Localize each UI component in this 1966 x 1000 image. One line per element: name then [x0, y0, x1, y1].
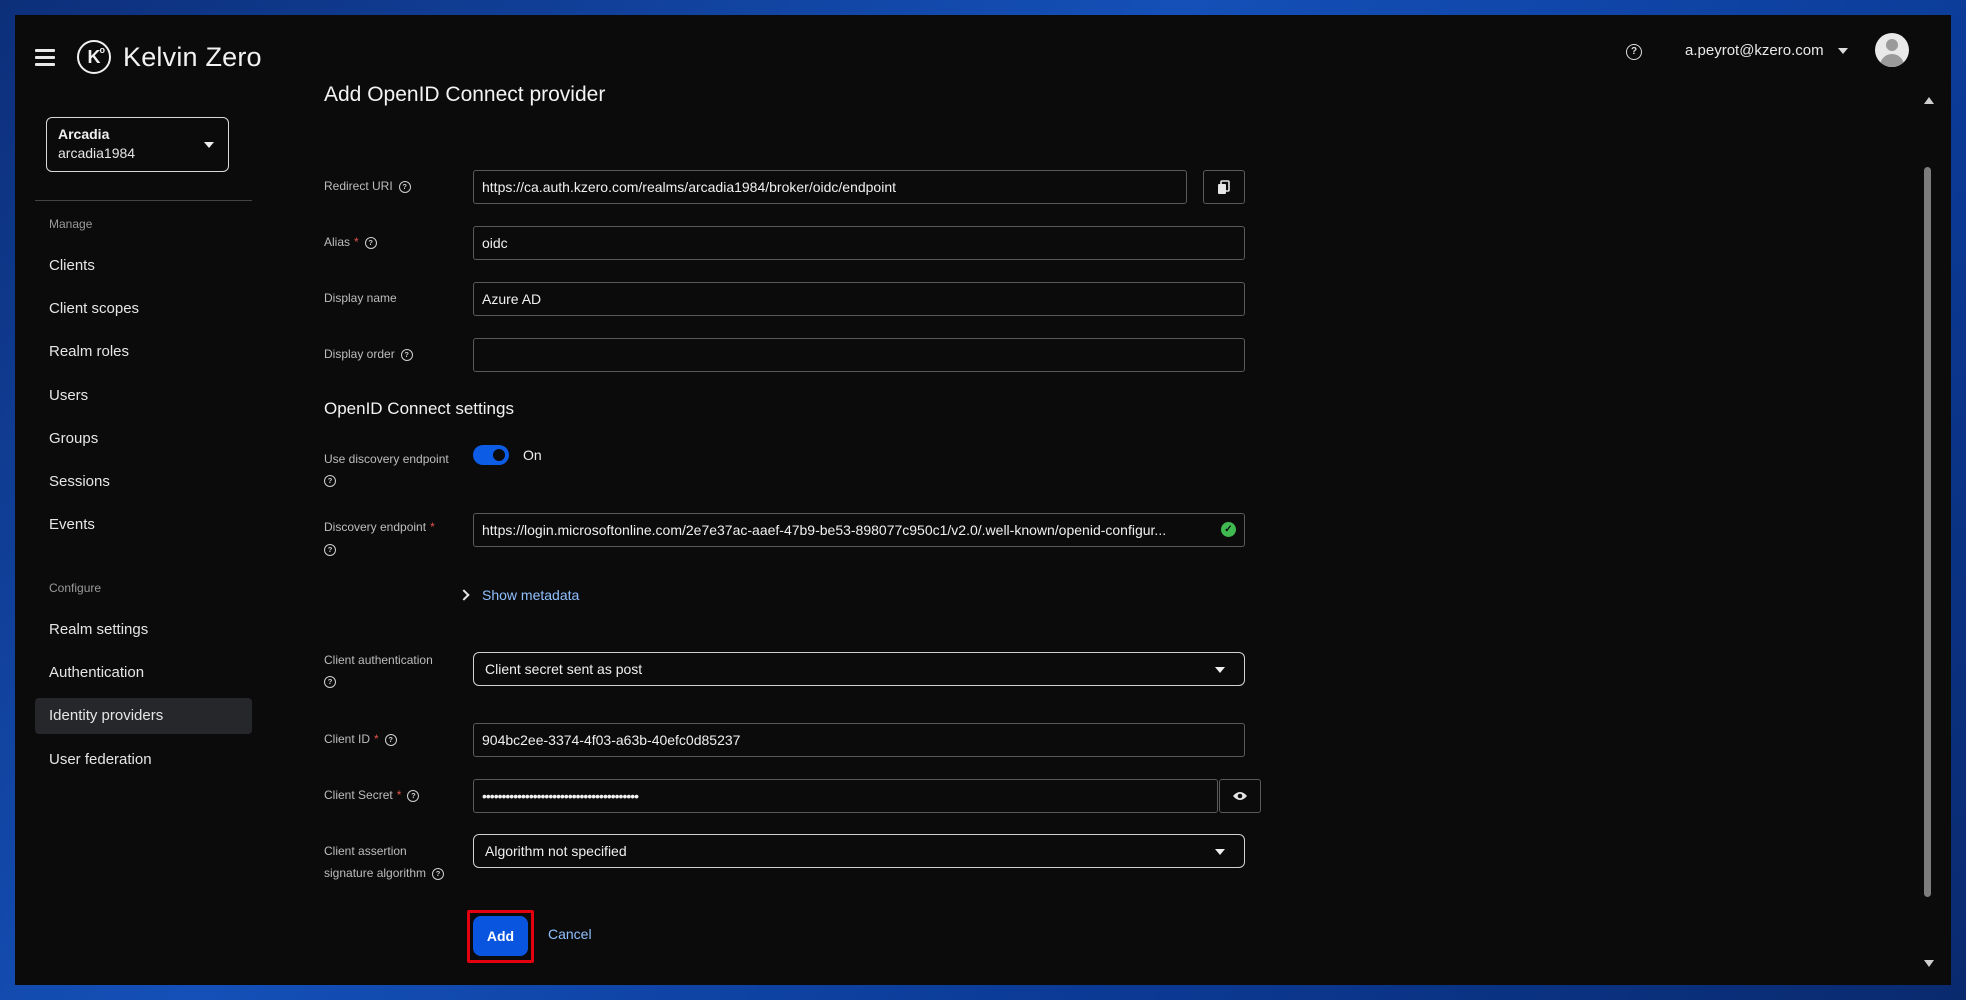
alias-label: Alias *?: [324, 235, 377, 249]
discovery-endpoint-field[interactable]: https://login.microsoftonline.com/2e7e37…: [473, 513, 1245, 547]
eye-icon: [1233, 792, 1247, 800]
redirect-uri-field[interactable]: https://ca.auth.kzero.com/realms/arcadia…: [473, 170, 1187, 204]
client-assertion-value: Algorithm not specified: [485, 843, 627, 859]
discovery-endpoint-label-text: Discovery endpoint: [324, 520, 427, 534]
chevron-down-icon: [204, 142, 214, 148]
sidebar-item-realm-settings[interactable]: Realm settings: [35, 612, 252, 648]
client-id-field[interactable]: 904bc2ee-3374-4f03-a63b-40efc0d85237: [473, 723, 1245, 757]
brand-name: Kelvin Zero: [123, 41, 262, 72]
client-assertion-label-line2: signature algorithm: [324, 866, 427, 880]
realm-selector[interactable]: Arcadia arcadia1984: [46, 117, 229, 172]
redirect-uri-label: Redirect URI?: [324, 179, 411, 193]
page-title: Add OpenID Connect provider: [324, 83, 606, 106]
show-metadata-toggle[interactable]: Show metadata: [458, 587, 580, 603]
sidebar-item-user-federation[interactable]: User federation: [35, 742, 252, 778]
user-menu[interactable]: a.peyrot@kzero.com: [1685, 42, 1848, 59]
chevron-down-icon: [1215, 849, 1225, 855]
help-icon[interactable]: ?: [324, 676, 336, 688]
show-secret-button[interactable]: [1219, 779, 1261, 813]
add-button[interactable]: Add: [473, 916, 528, 956]
chevron-right-icon: [458, 589, 470, 601]
sidebar-item-events[interactable]: Events: [35, 507, 252, 543]
display-order-field[interactable]: [473, 338, 1245, 372]
help-icon[interactable]: ?: [324, 475, 336, 487]
sidebar-item-sessions[interactable]: Sessions: [35, 464, 252, 500]
check-circle-icon: ✓: [1221, 522, 1236, 537]
cancel-link[interactable]: Cancel: [548, 926, 592, 942]
sidebar-item-clients[interactable]: Clients: [35, 248, 252, 284]
chevron-down-icon: [1215, 667, 1225, 673]
sidebar-section-configure: Configure: [49, 581, 102, 595]
help-icon[interactable]: ?: [384, 733, 397, 746]
sidebar-section-manage: Manage: [49, 217, 93, 231]
kelvin-zero-logo-icon: Ko: [77, 40, 111, 74]
client-id-label-text: Client ID: [324, 732, 371, 746]
sidebar-item-realm-roles[interactable]: Realm roles: [35, 334, 252, 370]
display-order-label: Display order?: [324, 347, 413, 361]
discovery-endpoint-value: https://login.microsoftonline.com/2e7e37…: [482, 522, 1167, 538]
use-discovery-toggle[interactable]: [473, 445, 509, 465]
display-order-label-text: Display order: [324, 347, 395, 361]
scrollbar[interactable]: [1921, 95, 1934, 967]
realm-name: Arcadia: [58, 126, 110, 142]
redirect-uri-label-text: Redirect URI: [324, 179, 393, 193]
client-id-label: Client ID *?: [324, 732, 397, 746]
sidebar-item-users[interactable]: Users: [35, 378, 252, 414]
client-auth-value: Client secret sent as post: [485, 661, 643, 677]
avatar[interactable]: [1875, 33, 1909, 67]
user-email: a.peyrot@kzero.com: [1685, 42, 1824, 59]
help-icon[interactable]: ?: [432, 867, 445, 880]
scroll-down-icon[interactable]: [1924, 960, 1934, 967]
client-secret-label: Client Secret *?: [324, 788, 420, 802]
display-name-field[interactable]: Azure AD: [473, 282, 1245, 316]
show-metadata-label: Show metadata: [482, 587, 580, 603]
realm-id: arcadia1984: [58, 145, 136, 161]
sidebar-item-groups[interactable]: Groups: [35, 421, 252, 457]
help-icon[interactable]: ?: [398, 180, 411, 193]
client-assertion-label-line1: Client assertion: [324, 844, 407, 858]
sidebar-item-client-scopes[interactable]: Client scopes: [35, 291, 252, 327]
client-secret-field[interactable]: ••••••••••••••••••••••••••••••••••••••••: [473, 779, 1218, 813]
toggle-state-label: On: [523, 447, 542, 463]
sidebar-item-authentication[interactable]: Authentication: [35, 655, 252, 691]
discovery-endpoint-label: Discovery endpoint *: [324, 520, 435, 534]
chevron-down-icon: [1837, 47, 1848, 54]
client-auth-label: Client authentication: [324, 653, 433, 667]
client-assertion-label: signature algorithm?: [324, 866, 445, 880]
app-window: Ko Kelvin Zero ? a.peyrot@kzero.com Arca…: [15, 15, 1951, 985]
copy-icon: [1218, 180, 1230, 194]
sidebar-divider: [35, 200, 252, 201]
scroll-up-icon[interactable]: [1924, 97, 1934, 104]
use-discovery-label: Use discovery endpoint: [324, 452, 449, 466]
copy-button[interactable]: [1203, 170, 1245, 204]
scrollbar-thumb[interactable]: [1924, 167, 1931, 897]
help-icon[interactable]: ?: [364, 236, 377, 249]
alias-label-text: Alias: [324, 235, 351, 249]
alias-field[interactable]: oidc: [473, 226, 1245, 260]
hamburger-menu-icon[interactable]: [35, 49, 55, 67]
settings-heading: OpenID Connect settings: [324, 399, 514, 418]
client-assertion-select[interactable]: Algorithm not specified: [473, 834, 1245, 868]
help-icon[interactable]: ?: [1626, 44, 1642, 60]
help-icon[interactable]: ?: [400, 348, 413, 361]
client-auth-select[interactable]: Client secret sent as post: [473, 652, 1245, 686]
sidebar-item-identity-providers[interactable]: Identity providers: [35, 698, 252, 734]
brand-logo[interactable]: Ko Kelvin Zero: [77, 40, 262, 74]
help-icon[interactable]: ?: [324, 544, 336, 556]
help-icon[interactable]: ?: [407, 789, 420, 802]
top-bar: Ko Kelvin Zero ? a.peyrot@kzero.com: [15, 15, 1951, 103]
display-name-label: Display name: [324, 291, 397, 305]
client-secret-label-text: Client Secret: [324, 788, 393, 802]
